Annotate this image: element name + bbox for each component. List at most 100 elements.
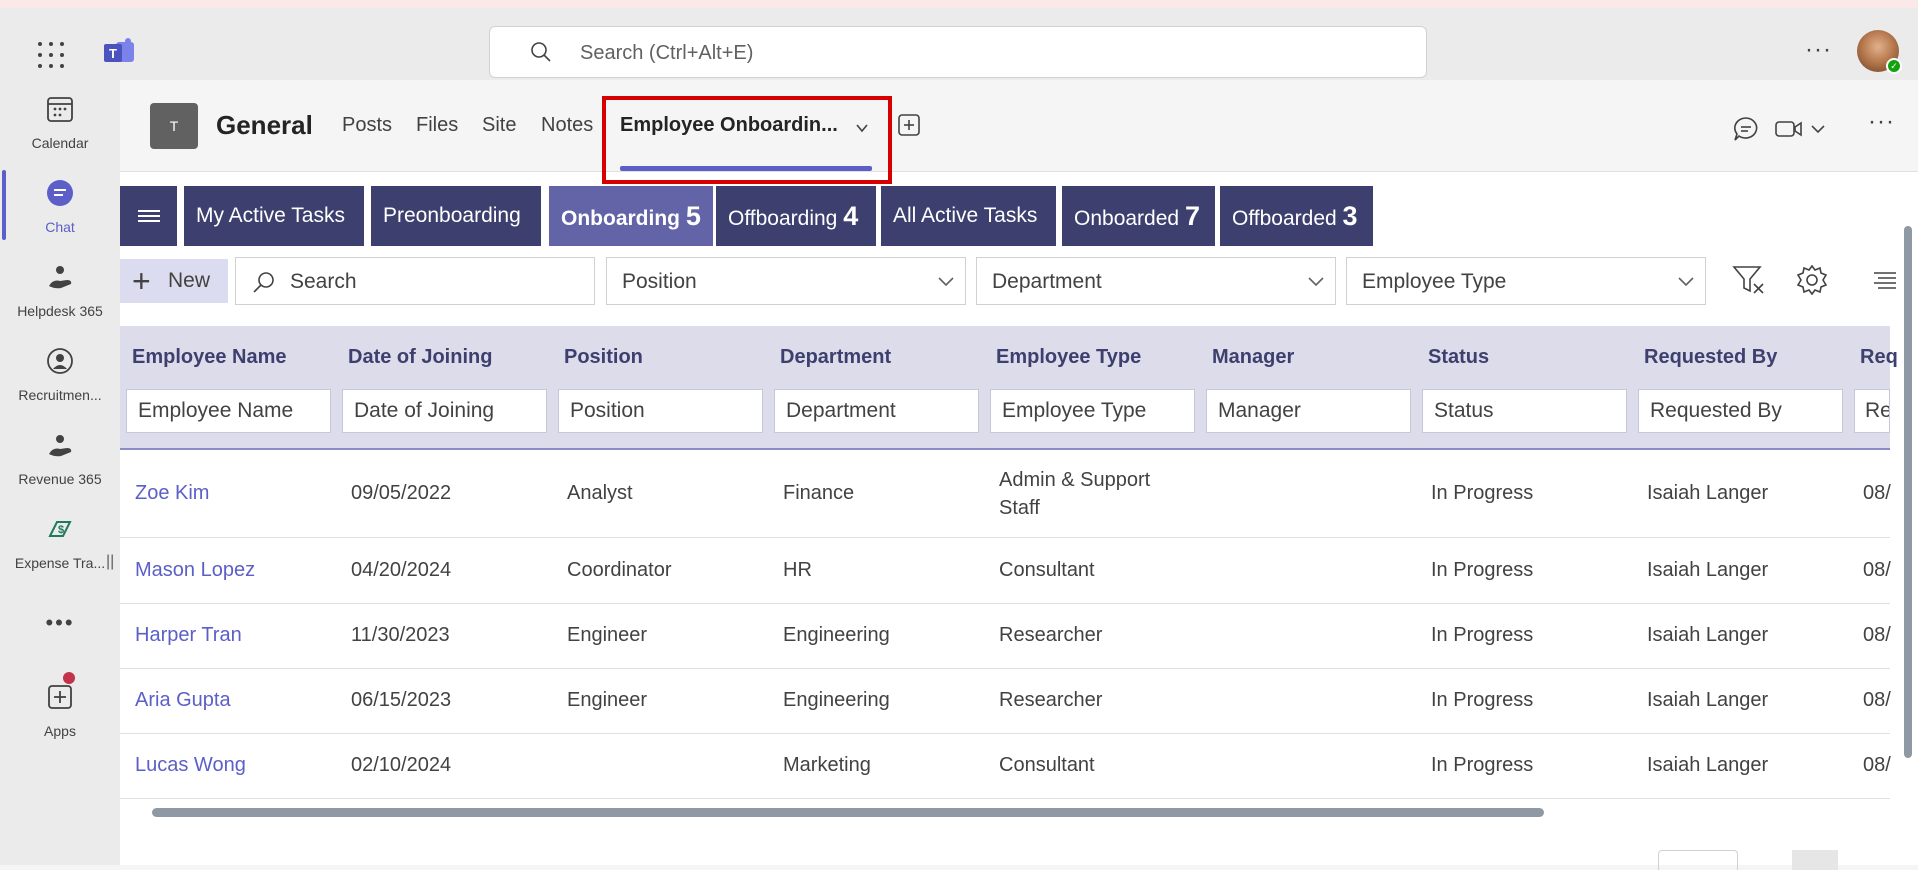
nav-my-active-tasks[interactable]: My Active Tasks <box>184 186 364 246</box>
date-of-joining-cell: 02/10/2024 <box>351 754 452 776</box>
rail-item-revenue[interactable]: Revenue 365 <box>0 430 120 487</box>
rail-item-chat[interactable]: Chat <box>0 178 120 235</box>
rail-label-calendar: Calendar <box>31 135 89 151</box>
requested-date-cell: 08/ <box>1863 482 1891 504</box>
nav-all-active-tasks[interactable]: All Active Tasks <box>881 186 1056 246</box>
column-filter-input[interactable]: Employee Type <box>990 389 1195 433</box>
rail-item-apps[interactable]: Apps <box>0 682 120 739</box>
column-filter-input[interactable]: Department <box>774 389 979 433</box>
app-launcher-icon[interactable] <box>38 42 64 68</box>
nav-label: Preonboarding <box>383 204 521 227</box>
column-header[interactable]: Req <box>1860 346 1898 369</box>
employee-type-cell: Admin & Support Staff <box>999 469 1151 519</box>
nav-onboarded[interactable]: Onboarded 7 <box>1062 186 1215 246</box>
apps-icon <box>48 685 72 709</box>
column-header[interactable]: Employee Type <box>996 346 1141 369</box>
employee-name-link[interactable]: Zoe Kim <box>135 482 209 505</box>
column-filter-input[interactable]: Status <box>1422 389 1627 433</box>
column-filter-input[interactable]: Date of Joining <box>342 389 547 433</box>
column-header[interactable]: Status <box>1428 346 1489 369</box>
column-header[interactable]: Date of Joining <box>348 346 492 369</box>
search-icon <box>253 272 274 293</box>
employee-name-link[interactable]: Mason Lopez <box>135 559 255 582</box>
rail-item-recruitment[interactable]: Recruitmen... <box>0 346 120 403</box>
column-header[interactable]: Department <box>780 346 891 369</box>
nav-onboarding[interactable]: Onboarding 5 <box>549 186 713 246</box>
add-tab-icon[interactable] <box>898 114 920 136</box>
conversation-icon[interactable] <box>1733 116 1759 142</box>
column-filter-input[interactable]: Re <box>1854 389 1890 433</box>
column-filter-input[interactable]: Requested By <box>1638 389 1843 433</box>
rail-item-calendar[interactable]: Calendar <box>0 94 120 151</box>
more-options-icon[interactable]: ··· <box>1868 108 1895 136</box>
dropdown-label: Employee Type <box>1362 270 1507 293</box>
search-placeholder: Search (Ctrl+Alt+E) <box>580 42 754 64</box>
tab-posts[interactable]: Posts <box>342 114 392 137</box>
tab-site[interactable]: Site <box>482 114 516 137</box>
column-filter-input[interactable]: Employee Name <box>126 389 331 433</box>
column-header[interactable]: Manager <box>1212 346 1294 369</box>
app-rail: Calendar Chat Helpdesk 365 Recruitmen...… <box>0 80 120 865</box>
list-view-icon[interactable] <box>1872 270 1896 290</box>
nav-label: Onboarding <box>561 207 680 230</box>
table-row[interactable]: Zoe Kim 09/05/2022 Analyst Finance Admin… <box>120 452 1891 538</box>
column-filter-input[interactable]: Position <box>558 389 763 433</box>
new-button[interactable]: + New <box>120 259 228 303</box>
nav-offboarding[interactable]: Offboarding 4 <box>716 186 876 246</box>
date-of-joining-cell: 09/05/2022 <box>351 482 452 504</box>
department-dropdown[interactable]: Department <box>976 257 1336 305</box>
table-row[interactable]: Lucas Wong 02/10/2024 Marketing Consulta… <box>120 734 1891 799</box>
chevron-down-icon[interactable] <box>1810 122 1826 136</box>
vertical-scrollbar[interactable] <box>1904 226 1912 758</box>
grid-search-input[interactable]: Search <box>235 257 595 305</box>
table-row[interactable]: Aria Gupta 06/15/2023 Engineer Engineeri… <box>120 669 1891 734</box>
nav-count: 3 <box>1342 201 1358 231</box>
table-row[interactable]: Mason Lopez 04/20/2024 Coordinator HR Co… <box>120 539 1891 604</box>
rail-item-expense[interactable]: $ Expense Tra... <box>0 514 120 571</box>
page-size-select[interactable] <box>1658 850 1738 870</box>
global-search-input[interactable]: Search (Ctrl+Alt+E) <box>489 26 1427 78</box>
column-header[interactable]: Requested By <box>1644 346 1777 369</box>
status-cell: In Progress <box>1431 482 1534 504</box>
column-filter-input[interactable]: Manager <box>1206 389 1411 433</box>
nav-offboarded[interactable]: Offboarded 3 <box>1220 186 1373 246</box>
department-cell: Finance <box>783 482 855 504</box>
calendar-icon <box>47 97 73 122</box>
date-of-joining-cell: 06/15/2023 <box>351 689 452 711</box>
horizontal-scrollbar[interactable] <box>152 808 1544 817</box>
employee-type-dropdown[interactable]: Employee Type <box>1346 257 1706 305</box>
svg-text:$: $ <box>58 524 64 536</box>
dropdown-label: Department <box>992 270 1102 293</box>
tab-notes[interactable]: Notes <box>541 114 593 137</box>
column-header[interactable]: Employee Name <box>132 346 287 369</box>
clear-filter-icon[interactable] <box>1732 264 1766 296</box>
tab-files[interactable]: Files <box>416 114 458 137</box>
nav-label: Onboarded <box>1074 207 1180 230</box>
position-dropdown[interactable]: Position <box>606 257 966 305</box>
team-avatar[interactable]: T <box>150 103 198 149</box>
top-accent-line <box>0 0 1918 8</box>
pagination-button[interactable] <box>1792 850 1838 870</box>
menu-icon[interactable] <box>120 186 177 246</box>
column-header[interactable]: Position <box>564 346 643 369</box>
employee-name-link[interactable]: Harper Tran <box>135 624 242 647</box>
department-cell: Marketing <box>783 754 871 776</box>
more-apps-icon[interactable]: ••• <box>0 610 120 636</box>
rail-item-helpdesk[interactable]: Helpdesk 365 <box>0 262 120 319</box>
search-label: Search <box>290 270 357 293</box>
employee-name-link[interactable]: Lucas Wong <box>135 754 246 777</box>
table-row[interactable]: Harper Tran 11/30/2023 Engineer Engineer… <box>120 604 1891 669</box>
requested-by-cell: Isaiah Langer <box>1647 754 1769 776</box>
settings-gear-icon[interactable] <box>1796 264 1828 296</box>
employee-name-link[interactable]: Aria Gupta <box>135 689 231 712</box>
plus-icon: + <box>132 263 151 299</box>
status-cell: In Progress <box>1431 689 1534 711</box>
top-bar: T Search (Ctrl+Alt+E) ··· ✓ <box>0 8 1918 80</box>
highlight-box <box>602 96 892 184</box>
dropdown-label: Position <box>622 270 697 293</box>
nav-preonboarding[interactable]: Preonboarding <box>371 186 541 246</box>
video-call-icon[interactable] <box>1775 116 1803 142</box>
recruitment-icon <box>47 348 73 374</box>
department-cell: Engineering <box>783 624 890 646</box>
more-options-icon[interactable]: ··· <box>1805 36 1832 64</box>
